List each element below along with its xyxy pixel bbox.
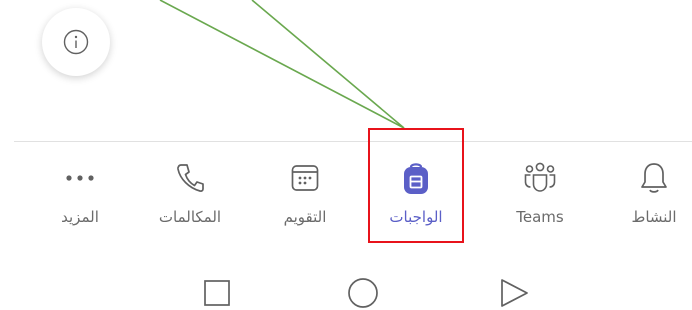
system-navigation-bar [0, 270, 692, 310]
bottom-tab-bar: المزيد المكالمات التقويم الواجبات Teams … [0, 142, 692, 252]
info-button[interactable] [42, 8, 110, 76]
bell-icon [637, 160, 671, 196]
tab-calls-label: المكالمات [158, 208, 222, 226]
highlight-box [368, 128, 464, 243]
annotation-line-left [159, 0, 405, 129]
tab-calendar[interactable]: التقويم [257, 160, 353, 240]
tab-more[interactable]: المزيد [32, 160, 128, 240]
teams-icon [523, 160, 557, 196]
tab-activity[interactable]: النشاط [606, 160, 692, 240]
tab-calendar-label: التقويم [283, 208, 327, 226]
tab-calls[interactable]: المكالمات [142, 160, 238, 240]
back-triangle-icon[interactable] [497, 276, 531, 310]
recents-square-icon[interactable] [200, 276, 234, 310]
tab-teams[interactable]: Teams [492, 160, 588, 240]
phone-icon [173, 160, 207, 196]
info-icon [63, 29, 89, 55]
tab-more-label: المزيد [61, 208, 99, 226]
calendar-icon [288, 160, 322, 196]
tab-teams-label: Teams [516, 208, 564, 226]
annotation-line-right [251, 0, 405, 129]
home-circle-icon[interactable] [346, 276, 380, 310]
tab-activity-label: النشاط [631, 208, 677, 226]
more-icon [63, 160, 97, 196]
